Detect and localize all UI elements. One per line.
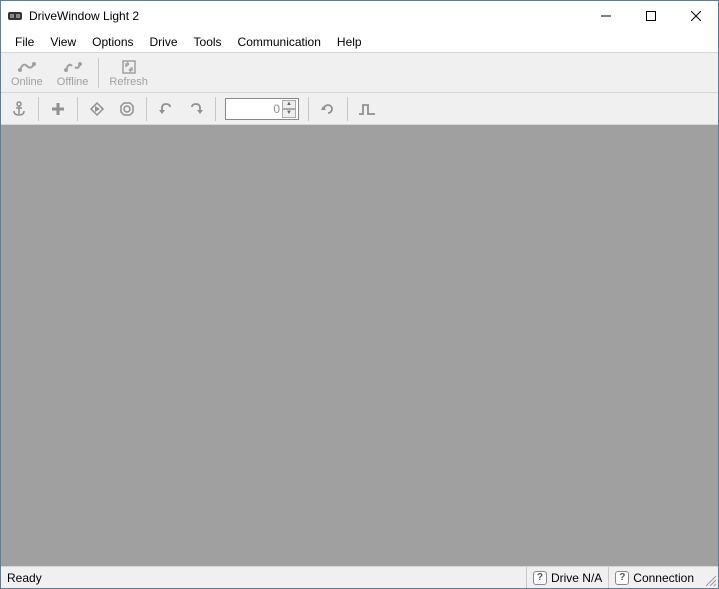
reset-icon [320, 101, 336, 117]
redo-button[interactable] [182, 96, 210, 122]
play-icon [89, 101, 105, 117]
toolbar-separator [38, 97, 39, 121]
offline-button[interactable]: Offline [51, 56, 95, 90]
stop-button[interactable] [113, 96, 141, 122]
toolbar-separator [347, 97, 348, 121]
spin-up-button[interactable]: ▲ [282, 100, 296, 109]
offline-icon [63, 58, 83, 76]
menu-options[interactable]: Options [84, 33, 141, 51]
online-label: Online [11, 76, 43, 88]
status-ready-text: Ready [7, 571, 42, 585]
toolbar-separator [215, 97, 216, 121]
status-connection: ? Connection [608, 567, 700, 588]
workspace-area [1, 125, 718, 566]
add-button[interactable] [44, 96, 72, 122]
control-toolbar: 0 ▲ ▼ [1, 93, 718, 125]
refresh-icon [121, 58, 137, 76]
anchor-button[interactable] [5, 96, 33, 122]
refresh-label: Refresh [109, 76, 148, 88]
menu-help[interactable]: Help [329, 33, 370, 51]
toolbar-separator [146, 97, 147, 121]
status-bar: Ready ? Drive N/A ? Connection [1, 566, 718, 588]
reset-button[interactable] [314, 96, 342, 122]
maximize-button[interactable] [628, 1, 673, 31]
spinner: ▲ ▼ [282, 100, 296, 118]
toolbar-separator [308, 97, 309, 121]
menu-view[interactable]: View [42, 33, 84, 51]
value-text: 0 [273, 102, 280, 116]
title-bar: DriveWindow Light 2 [1, 1, 718, 31]
resize-grip[interactable] [700, 567, 718, 588]
help-icon: ? [615, 571, 629, 585]
toolbar-separator [98, 58, 99, 88]
connection-toolbar: Online Offline Refresh [1, 53, 718, 93]
menu-bar: File View Options Drive Tools Communicat… [1, 31, 718, 53]
redo-icon [188, 102, 204, 116]
toolbar-separator [77, 97, 78, 121]
menu-tools[interactable]: Tools [186, 33, 230, 51]
app-icon [7, 8, 23, 24]
undo-icon [158, 102, 174, 116]
offline-label: Offline [57, 76, 89, 88]
online-button[interactable]: Online [5, 56, 49, 90]
window-title: DriveWindow Light 2 [29, 9, 139, 23]
refresh-button[interactable]: Refresh [103, 56, 154, 90]
menu-drive[interactable]: Drive [142, 33, 186, 51]
spin-down-button[interactable]: ▼ [282, 109, 296, 118]
plus-icon [51, 102, 65, 116]
status-drive-text: Drive N/A [551, 571, 602, 585]
minimize-button[interactable] [583, 1, 628, 31]
pulse-button[interactable] [353, 96, 381, 122]
close-button[interactable] [673, 1, 718, 31]
pulse-icon [358, 102, 376, 116]
menu-communication[interactable]: Communication [230, 33, 329, 51]
status-drive: ? Drive N/A [526, 567, 608, 588]
online-icon [17, 58, 37, 76]
menu-file[interactable]: File [7, 33, 42, 51]
status-connection-text: Connection [633, 571, 694, 585]
status-ready: Ready [1, 567, 526, 588]
stop-icon [119, 101, 135, 117]
help-icon: ? [533, 571, 547, 585]
undo-button[interactable] [152, 96, 180, 122]
start-button[interactable] [83, 96, 111, 122]
anchor-icon [11, 101, 27, 117]
value-input[interactable]: 0 ▲ ▼ [225, 98, 299, 120]
